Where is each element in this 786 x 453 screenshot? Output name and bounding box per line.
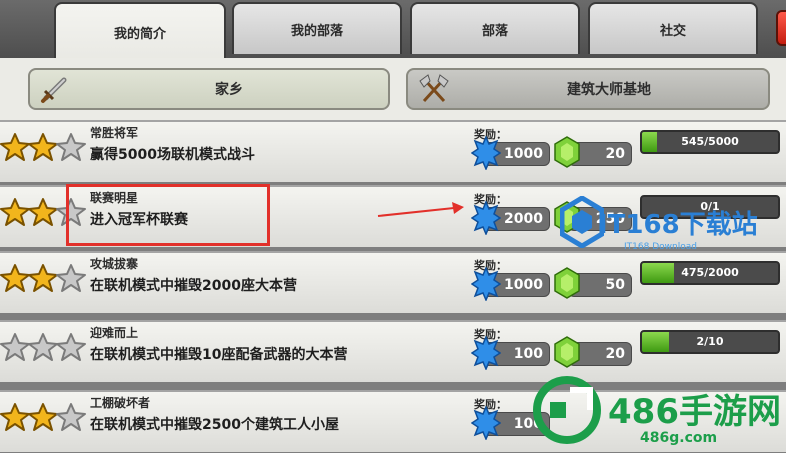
star-empty-icon — [56, 332, 86, 366]
star-rating — [0, 402, 86, 436]
achievement-row: 常胜将军 赢得5000场联机模式战斗 奖励： 1000 20 545/5000 — [0, 120, 786, 182]
tab-clans[interactable]: 部落 — [410, 2, 580, 54]
486-watermark-text: 486手游网 — [608, 392, 781, 432]
gem-icon — [554, 336, 580, 372]
star-empty-icon — [56, 132, 86, 166]
highlight-box — [66, 184, 270, 246]
tab-label: 我的简介 — [113, 26, 166, 42]
it168-watermark: IT168下载站 IT168 Download — [559, 195, 758, 252]
star-empty-icon — [56, 263, 86, 297]
builder-base-button[interactable]: 建筑大师基地 — [406, 68, 770, 110]
tab-social[interactable]: 社交 — [588, 2, 758, 54]
486-watermark: 486手游网 486g.com — [530, 370, 781, 453]
xp-star-icon — [470, 200, 502, 239]
progress-bar: 2/10 — [640, 330, 780, 354]
progress-bar: 475/2000 — [640, 261, 780, 285]
progress-bar: 545/5000 — [640, 130, 780, 154]
xp-star-icon — [470, 335, 502, 374]
star-filled-icon — [28, 402, 58, 436]
achievement-title: 工棚破坏者 — [90, 396, 151, 410]
tab-my-clan[interactable]: 我的部落 — [232, 2, 402, 54]
progress-text: 2/10 — [696, 335, 724, 348]
arrow-icon — [377, 202, 464, 217]
achievement-title: 迎难而上 — [90, 326, 139, 340]
crossed-axes-icon — [419, 74, 449, 103]
486-logo-icon — [533, 376, 601, 444]
xp-star-icon — [470, 135, 502, 174]
close-button[interactable] — [776, 10, 786, 46]
achievement-description: 在联机模式中摧毁2500个建筑工人小屋 — [90, 417, 339, 433]
sword-icon — [41, 77, 67, 103]
achievement-title: 常胜将军 — [90, 126, 139, 140]
star-filled-icon — [0, 197, 30, 231]
achievement-title: 攻城拔寨 — [90, 257, 139, 271]
star-filled-icon — [0, 263, 30, 297]
star-empty-icon — [28, 332, 58, 366]
tab-label: 社交 — [659, 23, 686, 39]
achievement-row: 迎难而上 在联机模式中摧毁10座配备武器的大本营 奖励： 100 20 2/10 — [0, 320, 786, 382]
star-rating — [0, 132, 86, 166]
star-filled-icon — [0, 132, 30, 166]
it168-watermark-text: IT168下载站 — [598, 210, 758, 240]
xp-star-icon — [470, 405, 502, 444]
home-village-label: 家乡 — [215, 82, 243, 98]
achievement-description: 在联机模式中摧毁2000座大本营 — [90, 278, 297, 294]
star-empty-icon — [0, 332, 30, 366]
tab-label: 部落 — [481, 23, 508, 39]
gem-icon — [554, 136, 580, 172]
achievement-description: 赢得5000场联机模式战斗 — [90, 147, 255, 163]
builder-base-label: 建筑大师基地 — [567, 82, 651, 98]
achievement-row: 攻城拔寨 在联机模式中摧毁2000座大本营 奖励： 1000 50 475/2000 — [0, 251, 786, 313]
star-empty-icon — [56, 402, 86, 436]
star-filled-icon — [0, 402, 30, 436]
star-filled-icon — [28, 263, 58, 297]
category-band: 家乡 建筑大师基地 — [0, 58, 786, 120]
progress-text: 545/5000 — [681, 135, 739, 148]
486-watermark-url: 486g.com — [640, 430, 718, 446]
tab-label: 我的部落 — [290, 23, 343, 39]
tab-my-profile[interactable]: 我的简介 — [54, 2, 226, 60]
achievement-description: 在联机模式中摧毁10座配备武器的大本营 — [90, 347, 348, 363]
progress-text: 475/2000 — [681, 266, 739, 279]
tab-bar: 我的简介 我的部落 部落 社交 — [0, 0, 786, 60]
home-village-button[interactable]: 家乡 — [28, 68, 390, 110]
star-rating — [0, 332, 86, 366]
it168-watermark-sub: IT168 Download — [624, 242, 697, 252]
xp-star-icon — [470, 266, 502, 305]
star-filled-icon — [28, 132, 58, 166]
gem-icon — [554, 267, 580, 303]
star-filled-icon — [28, 197, 58, 231]
star-rating — [0, 263, 86, 297]
